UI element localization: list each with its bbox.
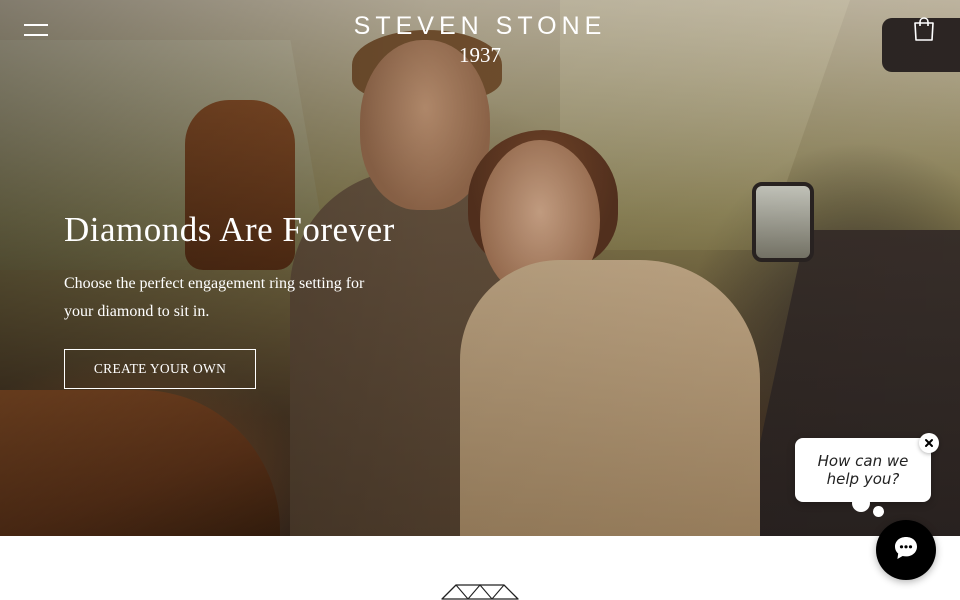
hero-title: Diamonds Are Forever [64, 210, 395, 249]
chat-prompt-bubble[interactable]: How can we help you? [795, 438, 931, 502]
create-your-own-button[interactable]: CREATE YOUR OWN [64, 349, 256, 389]
shopping-bag-icon[interactable] [912, 16, 936, 42]
chat-tail-dot [852, 494, 870, 512]
hamburger-menu-icon[interactable] [24, 22, 50, 38]
hero-subtitle: Choose the perfect engagement ring setti… [64, 275, 365, 320]
chat-prompt-text: How can we help you? [817, 452, 909, 488]
chat-icon [891, 533, 921, 568]
brand-logo[interactable]: STEVEN STONE 1937 [330, 12, 630, 70]
brand-name: STEVEN STONE [353, 12, 607, 40]
chat-tail-dot-small [873, 506, 884, 517]
brand-year: 1937 [459, 43, 501, 67]
diamond-icon [440, 583, 520, 600]
close-icon[interactable] [919, 433, 939, 453]
chat-launcher-button[interactable] [876, 520, 936, 580]
